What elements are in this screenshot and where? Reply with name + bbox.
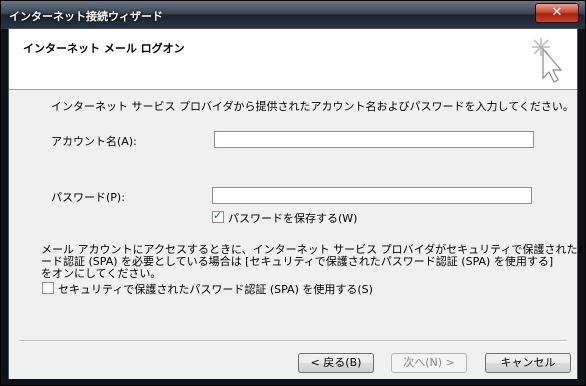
close-button[interactable]: ✕ [535, 3, 579, 23]
close-icon: ✕ [551, 5, 563, 20]
password-field[interactable] [212, 187, 532, 204]
spa-note-line3: をオンにしてください。 [41, 267, 162, 280]
title-bar[interactable]: インターネット接続ウィザード ✕ [1, 1, 585, 29]
account-name-field[interactable] [214, 131, 534, 148]
next-button[interactable]: 次へ(N) > [391, 353, 467, 373]
wizard-header: インターネット メール ログオン [9, 29, 577, 89]
wizard-body: インターネット サービス プロバイダから提供されたアカウント名およびパスワードを… [9, 90, 586, 379]
footer-separator [19, 340, 567, 342]
wizard-window: インターネット接続ウィザード ✕ インターネット メール ログオン インターネッ… [0, 0, 586, 386]
spa-checkbox-label[interactable]: セキュリティで保護されたパスワード認証 (SPA) を使用する(S) [58, 281, 373, 297]
page-title: インターネット メール ログオン [23, 42, 185, 55]
password-label: パスワード(P): [51, 191, 125, 204]
spa-checkbox[interactable] [42, 282, 54, 294]
save-password-label[interactable]: パスワードを保存する(W) [228, 210, 357, 226]
window-title: インターネット接続ウィザード [9, 10, 163, 23]
back-button[interactable]: < 戻る(B) [298, 353, 374, 373]
cancel-button[interactable]: キャンセル [485, 353, 571, 373]
account-name-label: アカウント名(A): [51, 135, 137, 148]
wizard-client-area: インターネット メール ログオン インターネット サービス プロバイダから提供さ… [8, 28, 586, 379]
wizard-star-cursor-icon [532, 38, 563, 83]
instruction-text: インターネット サービス プロバイダから提供されたアカウント名およびパスワードを… [51, 100, 574, 113]
save-password-checkbox[interactable] [212, 209, 224, 223]
